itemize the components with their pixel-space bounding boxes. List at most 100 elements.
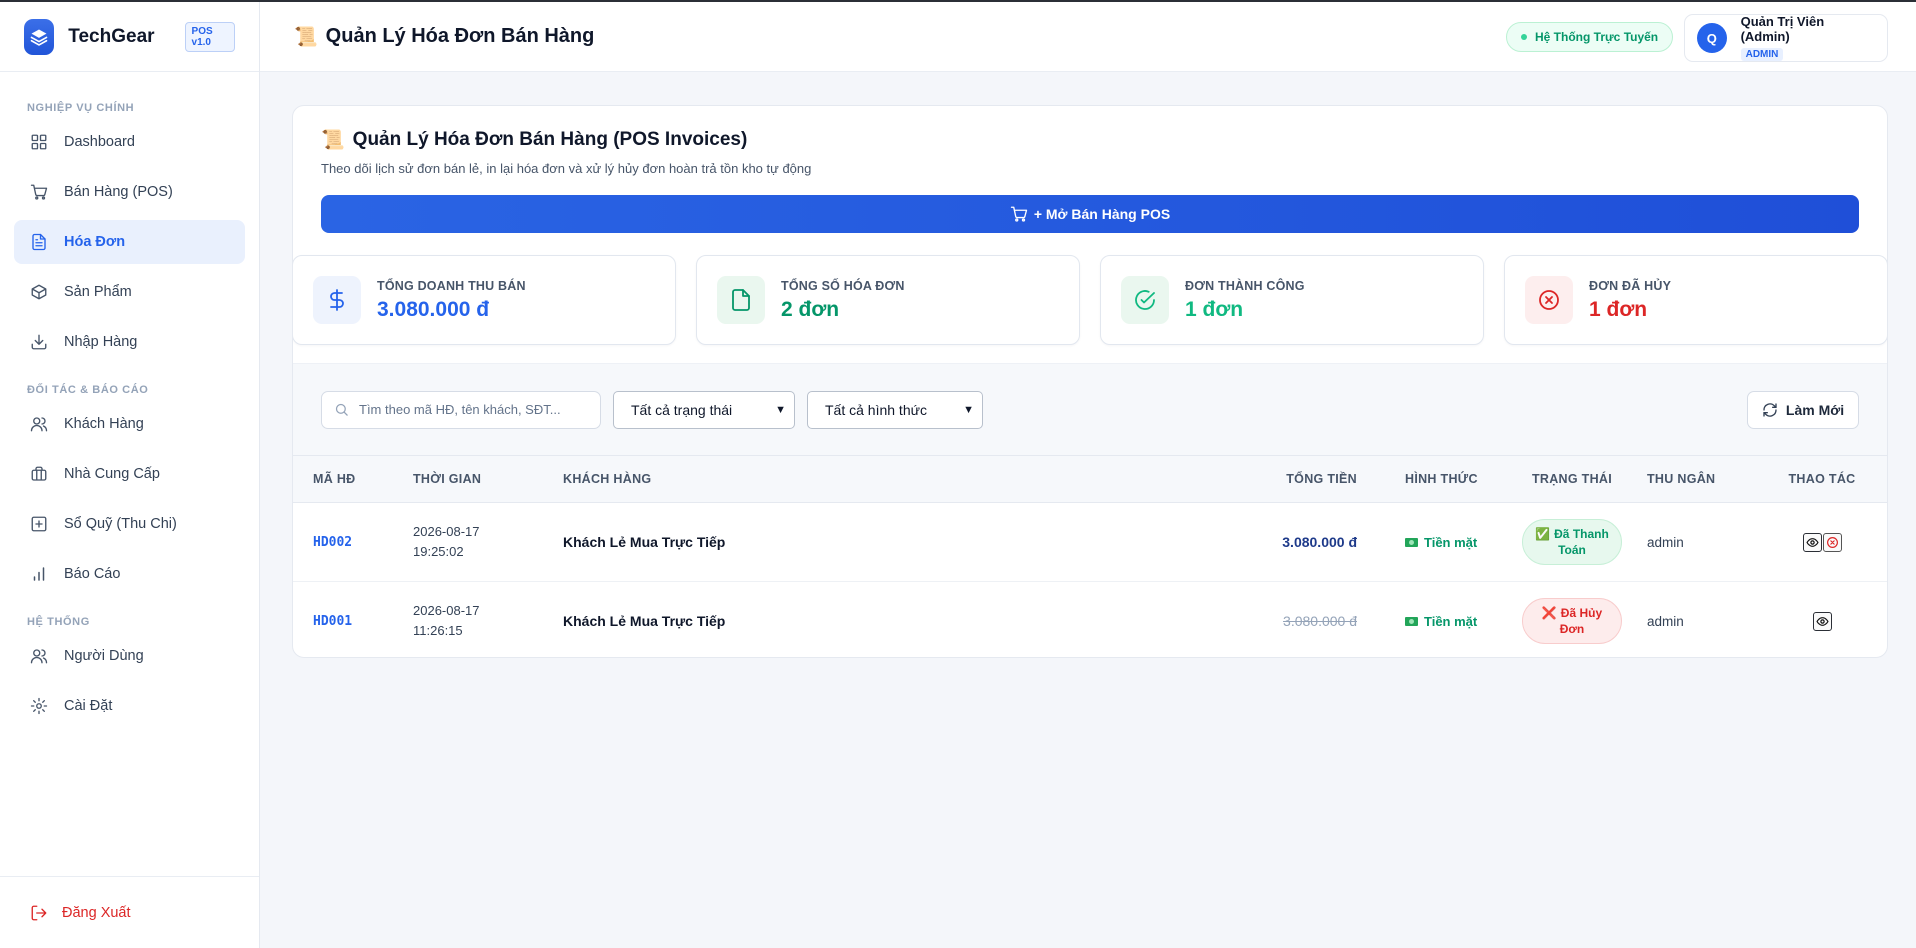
grid-icon xyxy=(31,134,47,150)
user-role-badge: ADMIN xyxy=(1740,48,1784,61)
sidebar-item-label: Nhập Hàng xyxy=(64,334,138,350)
invoice-id-link[interactable]: HD002 xyxy=(313,535,352,550)
box-icon xyxy=(31,284,47,300)
search-input[interactable] xyxy=(359,402,579,417)
stat-card-cancelled: ĐƠN ĐÃ HỦY 1 đơn xyxy=(1504,255,1887,345)
nav-section-title: NGHIỆP VỤ CHÍNH xyxy=(27,102,135,114)
table-header-row: MÃ HĐ THỜI GIAN KHÁCH HÀNG TỔNG TIỀN HÌN… xyxy=(293,455,1887,503)
refresh-label: Làm Mới xyxy=(1785,401,1845,418)
sidebar-item-products[interactable]: Sản Phẩm xyxy=(14,270,245,314)
view-button[interactable] xyxy=(1802,532,1822,552)
x-circle-icon xyxy=(1826,536,1838,548)
plus-square-icon xyxy=(31,516,47,532)
col-header-time: THỜI GIAN xyxy=(413,472,482,486)
sidebar-nav: NGHIỆP VỤ CHÍNH Dashboard Bán Hàng (POS)… xyxy=(0,72,259,728)
sidebar-item-suppliers[interactable]: Nhà Cung Cấp xyxy=(14,452,245,496)
invoice-total: 3.080.000 đ xyxy=(1282,534,1357,550)
status-line-2: Toán xyxy=(1558,543,1586,557)
col-header-cashier: THU NGÂN xyxy=(1647,472,1716,486)
stats-row: TỔNG DOANH THU BÁN 3.080.000 đ TỔNG SỐ H… xyxy=(293,255,1887,345)
col-header-status: TRẠNG THÁI xyxy=(1531,472,1613,486)
sidebar-item-users[interactable]: Người Dùng xyxy=(14,634,245,678)
cash-icon xyxy=(1405,616,1418,626)
user-menu[interactable]: Q Quản Trị Viên (Admin) ADMIN xyxy=(1684,14,1888,62)
col-header-customer: KHÁCH HÀNG xyxy=(563,472,652,486)
x-circle-icon xyxy=(1525,276,1573,324)
refresh-icon xyxy=(1763,402,1777,417)
table-row: HD001 2026-08-17 11:26:15 Khách Lẻ Mua T… xyxy=(293,582,1887,658)
nav-section-title: ĐỐI TÁC & BÁO CÁO xyxy=(27,384,149,396)
top-header: 📜 Quản Lý Hóa Đơn Bán Hàng Hệ Thống Trực… xyxy=(260,2,1916,72)
status-line-1: Đã Thanh xyxy=(1554,527,1609,541)
file-icon xyxy=(32,233,46,251)
sidebar: TechGear POS v1.0 NGHIỆP VỤ CHÍNH Dashbo… xyxy=(0,2,260,948)
page-title: 📜 Quản Lý Hóa Đơn Bán Hàng (POS Invoices… xyxy=(321,128,1859,152)
payment-method: Tiền mặt xyxy=(1405,614,1477,629)
download-icon xyxy=(31,334,47,350)
open-pos-button[interactable]: + Mở Bán Hàng POS xyxy=(321,195,1859,233)
invoice-time: 11:26:15 xyxy=(413,623,463,639)
col-header-method: HÌNH THỨC xyxy=(1405,472,1478,486)
sidebar-item-cashbook[interactable]: Sổ Quỹ (Thu Chi) xyxy=(14,502,245,546)
payment-method-label: Tiền mặt xyxy=(1424,534,1478,550)
col-header-total: TỔNG TIỀN xyxy=(1286,472,1357,486)
stat-value: 1 đơn xyxy=(1589,297,1648,321)
refresh-button[interactable]: Làm Mới xyxy=(1747,390,1859,429)
search-box[interactable] xyxy=(321,390,601,429)
sidebar-item-reports[interactable]: Báo Cáo xyxy=(14,552,245,596)
table-row: HD002 2026-08-17 19:25:02 Khách Lẻ Mua T… xyxy=(293,503,1887,582)
stat-value: 3.080.000 đ xyxy=(377,297,490,321)
cancel-invoice-button[interactable] xyxy=(1822,532,1842,552)
sidebar-item-label: Bán Hàng (POS) xyxy=(64,184,173,200)
sidebar-item-pos[interactable]: Bán Hàng (POS) xyxy=(14,170,245,214)
settings-icon xyxy=(30,697,48,715)
col-header-actions: THAO TÁC xyxy=(1788,472,1856,486)
chevron-down-icon: ▼ xyxy=(775,403,786,416)
page-subtitle: Theo dõi lịch sử đơn bán lẻ, in lại hóa … xyxy=(321,161,812,176)
dollar-icon xyxy=(313,276,361,324)
status-badge: ❌ Đã Hủy Đơn xyxy=(1522,598,1622,645)
sidebar-item-invoices[interactable]: Hóa Đơn xyxy=(14,220,245,264)
page-title-text: Quản Lý Hóa Đơn Bán Hàng (POS Invoices) xyxy=(352,129,748,150)
status-badge: Hệ Thống Trực Tuyến xyxy=(1506,22,1674,52)
status-filter-select[interactable]: Tất cả trạng thái ▼ xyxy=(613,390,795,429)
invoice-total: 3.080.000 đ xyxy=(1283,613,1357,630)
layers-icon[interactable] xyxy=(24,18,55,55)
sidebar-item-label: Cài Đặt xyxy=(64,698,113,714)
stat-label: ĐƠN THÀNH CÔNG xyxy=(1185,278,1305,293)
invoice-id-link[interactable]: HD001 xyxy=(313,614,352,629)
stat-label: ĐƠN ĐÃ HỦY xyxy=(1589,278,1672,293)
sidebar-item-label: Nhà Cung Cấp xyxy=(64,466,160,482)
filter-toolbar: Tất cả trạng thái ▼ Tất cả hình thức ▼ L… xyxy=(293,363,1887,455)
invoice-table: MÃ HĐ THỜI GIAN KHÁCH HÀNG TỔNG TIỀN HÌN… xyxy=(293,455,1887,658)
stat-value: 2 đơn xyxy=(781,297,840,321)
sidebar-item-label: Sản Phẩm xyxy=(64,284,132,300)
method-filter-select[interactable]: Tất cả hình thức ▼ xyxy=(807,390,983,429)
check-circle-icon xyxy=(1121,276,1169,324)
sidebar-item-label: Dashboard xyxy=(64,134,135,150)
sidebar-item-imports[interactable]: Nhập Hàng xyxy=(14,320,245,364)
view-button[interactable] xyxy=(1812,611,1832,631)
sidebar-item-label: Báo Cáo xyxy=(64,566,121,582)
invoice-date: 2026-08-17 xyxy=(413,524,480,539)
status-line-1: Đã Hủy xyxy=(1560,606,1603,621)
logout-button[interactable]: Đăng Xuất xyxy=(0,876,259,948)
stat-label: TỔNG SỐ HÓA ĐƠN xyxy=(781,278,905,293)
payment-method: Tiền mặt xyxy=(1405,535,1477,550)
sidebar-item-customers[interactable]: Khách Hàng xyxy=(14,402,245,446)
sidebar-item-label: Người Dùng xyxy=(64,648,144,664)
search-icon xyxy=(335,403,348,416)
logout-label: Đăng Xuất xyxy=(62,904,131,921)
stat-card-revenue: TỔNG DOANH THU BÁN 3.080.000 đ xyxy=(293,255,676,345)
cashier-name: admin xyxy=(1647,613,1684,629)
status-dot-icon xyxy=(1521,34,1527,40)
sidebar-item-label: Khách Hàng xyxy=(64,416,144,432)
open-pos-label: + Mở Bán Hàng POS xyxy=(1033,206,1171,222)
version-badge: POS v1.0 xyxy=(184,21,235,52)
customer-name: Khách Lẻ Mua Trực Tiếp xyxy=(563,534,726,550)
cart-icon xyxy=(30,184,48,200)
sidebar-item-dashboard[interactable]: Dashboard xyxy=(14,120,245,164)
avatar: Q xyxy=(1697,23,1727,53)
sidebar-item-settings[interactable]: Cài Đặt xyxy=(14,684,245,728)
status-badge: ✅ Đã Thanh Toán xyxy=(1522,519,1622,565)
